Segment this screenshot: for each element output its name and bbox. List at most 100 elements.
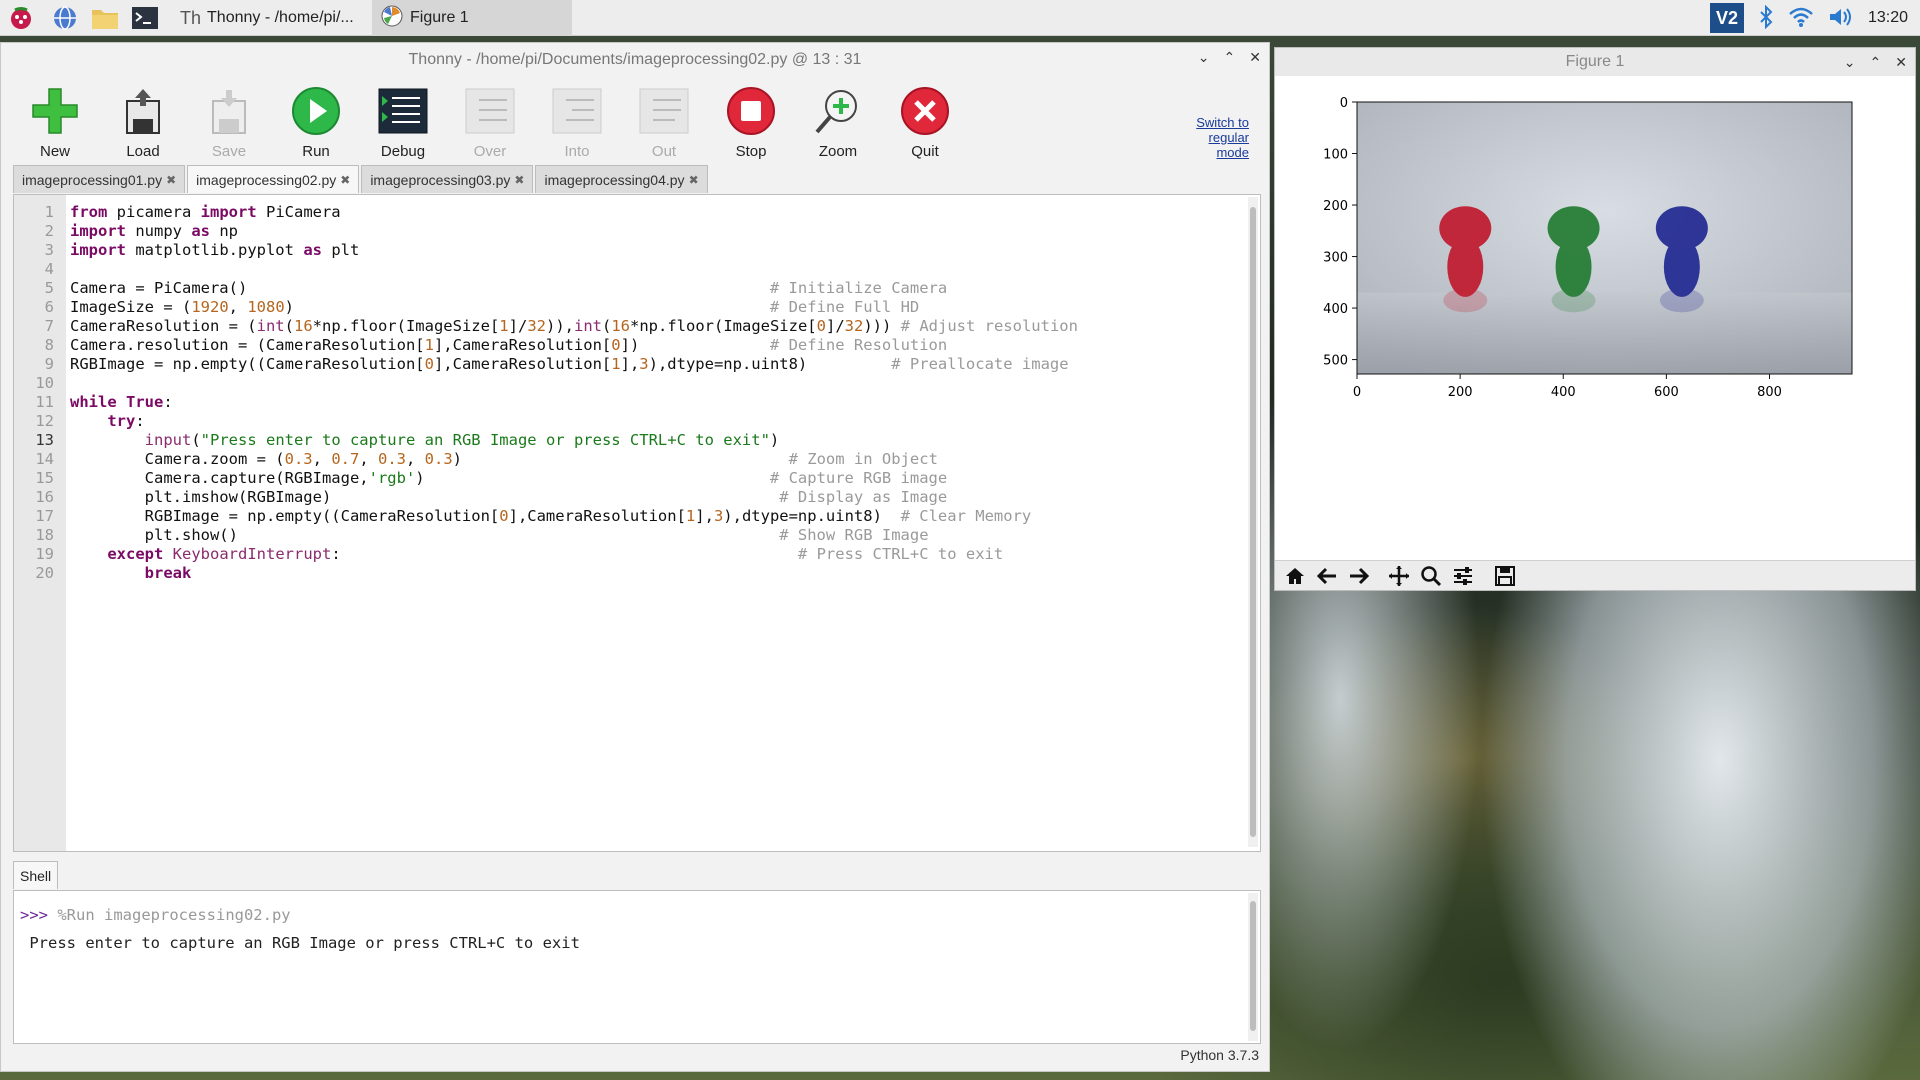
zoom-button[interactable]: Zoom [798, 83, 878, 160]
zoom-rect-icon[interactable] [1417, 563, 1445, 589]
window-title: Thonny - /home/pi/Documents/imageprocess… [408, 50, 862, 68]
taskbar: Th Thonny - /home/pi/... Figure 1 V2 13:… [0, 0, 1920, 36]
step-out-button[interactable]: Out [624, 83, 704, 160]
x-tick-label: 400 [1551, 385, 1576, 400]
figure-toolbar [1275, 560, 1915, 590]
close-icon[interactable]: ✕ [1895, 54, 1907, 71]
step-over-button[interactable]: Over [450, 83, 530, 160]
new-button[interactable]: New [15, 83, 95, 160]
plot-area[interactable]: 0 200 400 600 800 0 100 200 300 400 500 [1275, 76, 1915, 561]
tab-imageprocessing02[interactable]: imageprocessing02.py ✖ [187, 165, 360, 193]
tab-imageprocessing04[interactable]: imageprocessing04.py ✖ [535, 165, 708, 193]
line-number: 13 [35, 431, 54, 449]
line-number: 3 [44, 241, 54, 259]
home-icon[interactable] [1281, 563, 1309, 589]
close-tab-icon[interactable]: ✖ [514, 173, 524, 187]
plus-icon [27, 83, 83, 139]
line-number: 5 [44, 279, 54, 297]
quit-button[interactable]: Quit [885, 83, 965, 160]
line-number: 12 [35, 412, 54, 430]
taskbar-thonny[interactable]: Th Thonny - /home/pi/... [172, 0, 372, 36]
clock[interactable]: 13:20 [1868, 9, 1908, 27]
python-version: Python 3.7.3 [1180, 1047, 1259, 1063]
tab-imageprocessing01[interactable]: imageprocessing01.py ✖ [13, 165, 186, 193]
shell-panel[interactable]: >>> %Run imageprocessing02.py Press ente… [13, 890, 1261, 1044]
y-tick-label: 300 [1323, 251, 1348, 266]
save-figure-icon[interactable] [1491, 563, 1519, 589]
debug-icon [375, 83, 431, 139]
save-button[interactable]: Save [189, 83, 269, 160]
maximize-icon[interactable]: ⌃ [1224, 49, 1236, 66]
close-icon[interactable]: ✕ [1249, 49, 1261, 66]
shell-scrollbar[interactable] [1248, 893, 1258, 1041]
editor-scrollbar[interactable] [1248, 197, 1258, 847]
line-number: 16 [35, 488, 54, 506]
quit-icon [897, 83, 953, 139]
tab-imageprocessing03[interactable]: imageprocessing03.py ✖ [361, 165, 534, 193]
image-plot[interactable]: 0 200 400 600 800 0 100 200 300 400 500 [1275, 76, 1915, 561]
step-over-icon [462, 83, 518, 139]
raspberry-menu-icon[interactable] [6, 3, 36, 33]
wifi-icon[interactable] [1788, 6, 1814, 31]
system-tray: V2 13:20 [1709, 0, 1920, 36]
y-tick-label: 100 [1323, 148, 1348, 163]
x-tick-label: 600 [1654, 385, 1679, 400]
minimize-icon[interactable]: ⌄ [1844, 54, 1856, 71]
y-tick-label: 0 [1340, 96, 1348, 111]
thonny-titlebar[interactable]: Thonny - /home/pi/Documents/imageprocess… [1, 43, 1269, 76]
minimize-icon[interactable]: ⌄ [1198, 49, 1210, 66]
line-number: 7 [44, 317, 54, 335]
line-number: 2 [44, 222, 54, 240]
scrollbar-thumb[interactable] [1250, 901, 1256, 1031]
line-numbers: 1 2 3 4 5 6 7 8 9 10 11 12 13 14 15 16 17 18 19 20 [14, 195, 66, 851]
scrollbar-thumb[interactable] [1250, 207, 1256, 837]
line-number: 4 [44, 260, 54, 278]
forward-arrow-icon[interactable] [1345, 563, 1373, 589]
step-into-button[interactable]: Into [537, 83, 617, 160]
taskbar-figure[interactable]: Figure 1 [372, 0, 572, 36]
y-tick-label: 200 [1323, 199, 1348, 214]
editor-tabs: imageprocessing01.py ✖ imageprocessing02.… [13, 165, 710, 193]
stop-button[interactable]: Stop [711, 83, 791, 160]
zoom-icon [810, 83, 866, 139]
shell-output: Press enter to capture an RGB Image or p… [29, 934, 580, 952]
volume-icon[interactable] [1828, 6, 1854, 31]
pan-icon[interactable] [1385, 563, 1413, 589]
play-icon [288, 83, 344, 139]
line-number: 19 [35, 545, 54, 563]
shell-prompt: >>> [20, 906, 48, 924]
thonny-window: Thonny - /home/pi/Documents/imageprocess… [0, 42, 1270, 1072]
line-number: 1 [44, 203, 54, 221]
shell-tab[interactable]: Shell [13, 861, 59, 889]
file-manager-icon[interactable] [90, 3, 120, 33]
x-tick-label: 0 [1353, 385, 1361, 400]
close-tab-icon[interactable]: ✖ [166, 173, 176, 187]
web-browser-icon[interactable] [50, 3, 80, 33]
close-tab-icon[interactable]: ✖ [689, 173, 699, 187]
configure-subplots-icon[interactable] [1449, 563, 1477, 589]
stop-icon [723, 83, 779, 139]
code-text[interactable]: from picamera import PiCamera import num… [66, 195, 1260, 851]
code-editor[interactable]: 1 2 3 4 5 6 7 8 9 10 11 12 13 14 15 16 17 18 19 20 from pic… [13, 194, 1261, 852]
bluetooth-icon[interactable] [1758, 4, 1774, 32]
x-tick-label: 800 [1757, 385, 1782, 400]
line-number: 17 [35, 507, 54, 525]
debug-button[interactable]: Debug [363, 83, 443, 160]
thonny-icon: Th [180, 7, 202, 28]
load-button[interactable]: Load [103, 83, 183, 160]
line-number: 6 [44, 298, 54, 316]
load-icon [115, 83, 171, 139]
line-number: 9 [44, 355, 54, 373]
figure-titlebar[interactable]: Figure 1 ⌄ ⌃ ✕ [1275, 48, 1915, 76]
line-number: 15 [35, 469, 54, 487]
back-arrow-icon[interactable] [1313, 563, 1341, 589]
y-tick-label: 500 [1323, 354, 1348, 369]
maximize-icon[interactable]: ⌃ [1870, 54, 1882, 71]
terminal-icon[interactable] [130, 3, 160, 33]
vnc-icon[interactable]: V2 [1709, 3, 1744, 33]
matplotlib-icon [380, 4, 404, 33]
x-tick-label: 200 [1448, 385, 1473, 400]
close-tab-icon[interactable]: ✖ [340, 173, 350, 187]
switch-mode-link[interactable]: Switch to regular mode [1179, 115, 1249, 160]
run-button[interactable]: Run [276, 83, 356, 160]
